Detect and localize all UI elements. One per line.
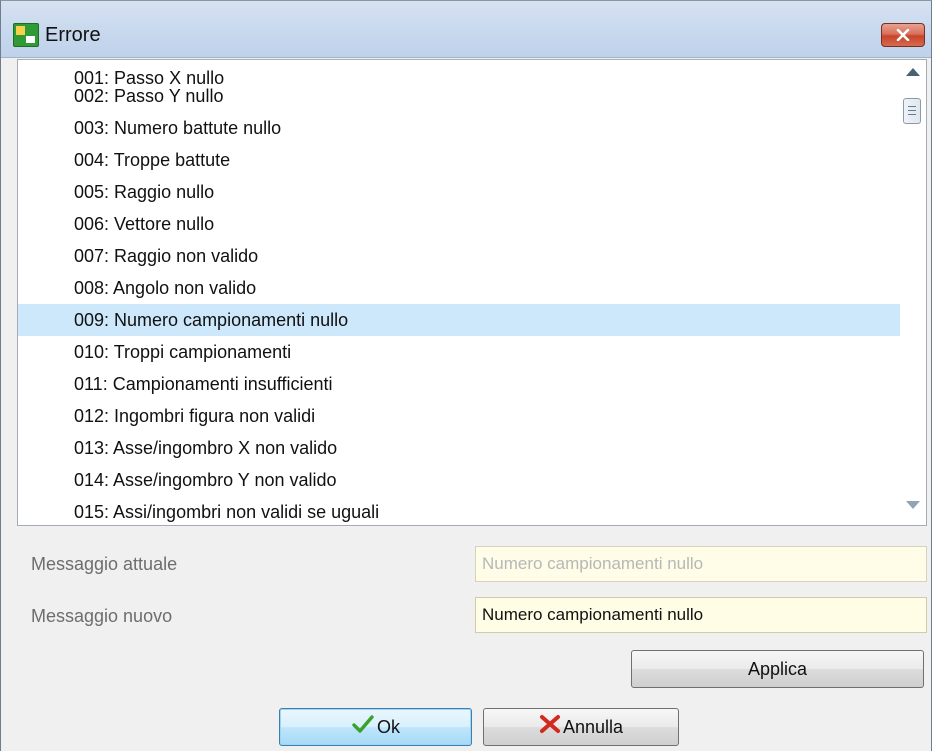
list-item[interactable]: 006: Vettore nullo — [18, 208, 902, 240]
scroll-thumb[interactable] — [903, 98, 921, 124]
error-dialog: Errore 001: Passo X nullo 002: Passo Y nu… — [0, 0, 932, 751]
apply-button-label: Applica — [747, 659, 808, 679]
app-icon — [13, 23, 39, 47]
cancel-button-label: Annulla — [562, 717, 624, 737]
ok-button-label: Ok — [376, 717, 400, 737]
list-item[interactable]: 003: Numero battute nullo — [18, 112, 902, 144]
vertical-scrollbar[interactable] — [900, 60, 926, 525]
window-title: Errore — [45, 24, 101, 46]
new-message-field[interactable] — [475, 597, 927, 633]
list-item[interactable]: 007: Raggio non valido — [18, 240, 902, 272]
list-item[interactable]: 012: Ingombri figura non validi — [18, 400, 902, 432]
current-message-field — [475, 546, 927, 582]
list-item[interactable]: 008: Angolo non valido — [18, 272, 902, 304]
list-item[interactable]: 009: Numero campionamenti nullo — [18, 304, 902, 336]
apply-button[interactable]: Applica — [631, 650, 924, 688]
list-item[interactable]: 013: Asse/ingombro X non valido — [18, 432, 902, 464]
error-list-items: 001: Passo X nullo 002: Passo Y nullo 003:… — [18, 60, 902, 525]
x-icon — [539, 710, 561, 746]
error-list[interactable]: 001: Passo X nullo 002: Passo Y nullo 003:… — [17, 59, 927, 526]
list-item[interactable]: 002: Passo Y nullo — [18, 80, 902, 112]
list-item[interactable]: 010: Troppi campionamenti — [18, 336, 902, 368]
list-item[interactable]: 015: Assi/ingombri non validi se uguali — [18, 496, 902, 525]
scroll-down-arrow-icon[interactable] — [906, 501, 920, 509]
cancel-button[interactable]: Annulla — [483, 708, 679, 746]
list-item[interactable]: 005: Raggio nullo — [18, 176, 902, 208]
list-item[interactable]: 004: Troppe battute — [18, 144, 902, 176]
checkmark-icon — [351, 710, 375, 746]
ok-button[interactable]: Ok — [279, 708, 472, 746]
current-message-label: Messaggio attuale — [31, 554, 178, 574]
list-item[interactable]: 014: Asse/ingombro Y non valido — [18, 464, 902, 496]
list-item[interactable]: 001: Passo X nullo — [18, 60, 902, 88]
close-icon — [896, 29, 910, 41]
close-button[interactable] — [881, 23, 925, 47]
new-message-label: Messaggio nuovo — [31, 606, 173, 626]
title-bar[interactable]: Errore — [1, 1, 931, 58]
list-item[interactable]: 011: Campionamenti insufficienti — [18, 368, 902, 400]
scroll-up-arrow-icon[interactable] — [906, 68, 920, 76]
